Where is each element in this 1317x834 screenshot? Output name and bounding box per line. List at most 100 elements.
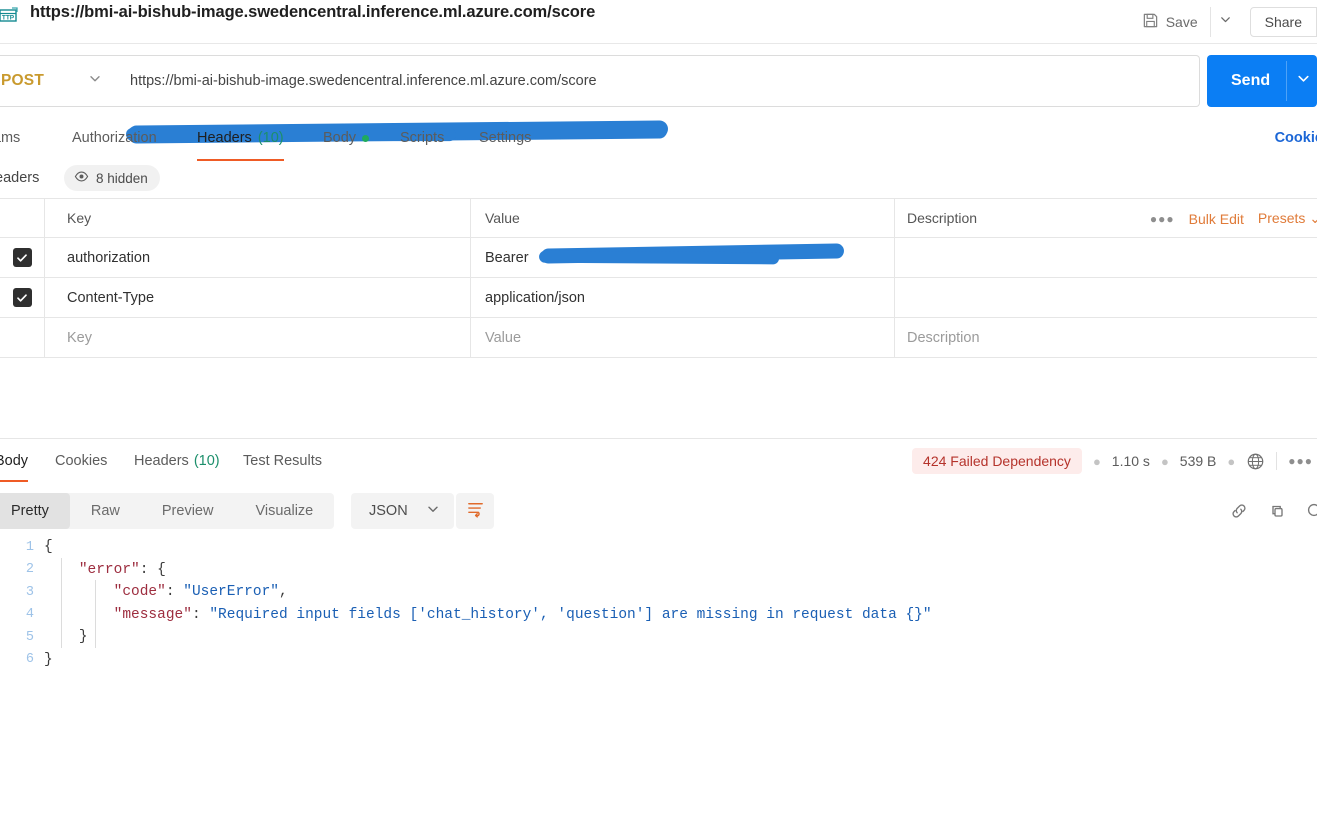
tab-scripts[interactable]: Scripts — [400, 120, 444, 156]
tab-label: Settings — [479, 130, 532, 146]
line-number: 2 — [25, 562, 34, 578]
row-enable-checkbox-cell — [0, 238, 45, 277]
link-icon[interactable] — [1229, 501, 1249, 521]
http-method-label: POST — [1, 72, 45, 89]
column-header-key: Key — [45, 199, 471, 237]
header-key-cell[interactable]: authorization — [45, 238, 471, 277]
new-header-description-input[interactable]: Description — [895, 318, 1317, 357]
table-row-empty[interactable]: Key Value Description — [0, 318, 1317, 358]
chevron-down-icon — [426, 502, 440, 520]
view-mode-pretty[interactable]: Pretty — [0, 493, 70, 529]
chevron-down-icon: ⌄ — [1309, 210, 1317, 226]
header-checkbox-col — [0, 199, 45, 237]
save-label: Save — [1165, 14, 1198, 30]
headers-subheader: eaders 8 hidden — [0, 164, 1317, 192]
table-row[interactable]: Content-Type application/json — [0, 278, 1317, 318]
response-body-actions — [1229, 493, 1317, 529]
format-label: JSON — [369, 503, 408, 519]
row-enable-checkbox[interactable] — [12, 248, 32, 267]
response-format-select[interactable]: JSON — [351, 493, 454, 529]
active-tab-underline — [197, 159, 284, 161]
response-tab-cookies[interactable]: Cookies — [55, 444, 107, 478]
save-options-button[interactable] — [1209, 7, 1240, 37]
tab-settings[interactable]: Settings — [479, 120, 531, 156]
send-label: Send — [1231, 72, 1271, 89]
tab-label: Headers — [134, 453, 189, 469]
row-enable-checkbox[interactable] — [12, 288, 32, 307]
tab-count: (10) — [257, 130, 284, 146]
view-mode-segmented-control: Pretty Raw Preview Visualize — [0, 493, 335, 529]
chevron-down-icon — [1219, 13, 1232, 31]
response-tab-body[interactable]: Body — [0, 444, 29, 482]
table-row[interactable]: authorization Bearer — [0, 238, 1317, 278]
chevron-down-icon — [88, 72, 102, 91]
floppy-disk-icon — [1142, 12, 1159, 32]
new-header-key-input[interactable]: Key — [45, 318, 471, 357]
tab-authorization[interactable]: Authorization — [72, 120, 157, 156]
tab-params[interactable]: arams — [0, 120, 20, 156]
response-tab-headers[interactable]: Headers (10) — [134, 444, 220, 478]
code-line: 3 "code": "UserError", — [0, 581, 1317, 604]
url-bar-row: POST https://bmi-ai-bishub-image.swedenc… — [0, 55, 1317, 143]
status-badge[interactable]: 424 Failed Dependency — [912, 448, 1082, 474]
new-header-value-input[interactable]: Value — [471, 318, 895, 357]
view-mode-raw[interactable]: Raw — [70, 493, 141, 529]
separator-dot: ● — [1160, 453, 1169, 469]
table-tools: ●●● Bulk Edit Presets ⌄ — [1150, 199, 1317, 238]
chevron-down-icon[interactable] — [1296, 71, 1311, 91]
word-wrap-button[interactable] — [456, 493, 494, 529]
hidden-headers-toggle[interactable]: 8 hidden — [64, 165, 160, 191]
tab-label: Scripts — [400, 130, 445, 146]
header-key-cell[interactable]: Content-Type — [45, 278, 471, 317]
line-content: } — [44, 629, 88, 645]
headers-table: Key Value Description ●●● Bulk Edit Pres… — [0, 198, 1317, 358]
copy-icon[interactable] — [1267, 501, 1287, 521]
globe-icon[interactable] — [1246, 452, 1265, 471]
http-method-select[interactable]: POST — [0, 55, 130, 107]
ellipsis-icon[interactable]: ●●● — [1150, 212, 1175, 226]
token-punct: : { — [139, 561, 166, 578]
response-body-viewer[interactable]: 1 { 2 "error": { 3 "code": "UserError", … — [0, 536, 1317, 696]
header-value-value: Bearer — [485, 249, 529, 266]
value-placeholder: Value — [485, 329, 522, 346]
share-button[interactable]: Share — [1249, 7, 1317, 37]
column-label: Key — [67, 210, 92, 226]
table-header-row: Key Value Description ●●● Bulk Edit Pres… — [0, 199, 1317, 238]
top-bar: TTP https://bmi-ai-bishub-image.swedence… — [0, 0, 1317, 44]
tab-body[interactable]: Body — [323, 120, 370, 156]
response-tab-test-results[interactable]: Test Results — [243, 444, 322, 478]
tab-label: Headers — [197, 130, 252, 146]
line-content: } — [44, 652, 53, 668]
save-button[interactable]: Save — [1132, 7, 1208, 37]
token-punct: , — [278, 584, 288, 601]
url-input[interactable]: https://bmi-ai-bishub-image.swedencentra… — [112, 55, 1200, 107]
view-mode-preview[interactable]: Preview — [141, 493, 235, 529]
bulk-edit-button[interactable]: Bulk Edit — [1189, 211, 1244, 227]
header-value-cell[interactable]: Bearer — [471, 238, 895, 277]
postman-window: TTP https://bmi-ai-bishub-image.swedence… — [0, 0, 1317, 834]
hidden-headers-label: 8 hidden — [96, 170, 148, 186]
ellipsis-icon[interactable]: ●●● — [1288, 454, 1313, 468]
response-view-toolbar: Pretty Raw Preview Visualize JSON — [0, 493, 1317, 529]
key-placeholder: Key — [67, 329, 92, 346]
header-description-cell[interactable] — [895, 278, 1317, 317]
presets-button[interactable]: Presets ⌄ — [1258, 210, 1317, 227]
tab-headers[interactable]: Headers (10) — [197, 120, 284, 161]
token-key: "code" — [113, 584, 166, 601]
view-mode-visualize[interactable]: Visualize — [234, 493, 334, 529]
page-title: https://bmi-ai-bishub-image.swedencentra… — [30, 3, 596, 21]
header-description-cell[interactable] — [895, 238, 1317, 277]
url-value: https://bmi-ai-bishub-image.swedencentra… — [130, 73, 597, 89]
line-number: 3 — [25, 584, 34, 600]
search-icon[interactable] — [1305, 501, 1317, 521]
token-string: "UserError" — [183, 584, 279, 601]
column-header-value: Value — [471, 199, 895, 237]
header-value-cell[interactable]: application/json — [471, 278, 895, 317]
token-key: "message" — [113, 606, 192, 623]
cookies-link[interactable]: Cookies — [1275, 120, 1317, 156]
send-button[interactable]: Send — [1207, 55, 1317, 107]
svg-text:TTP: TTP — [2, 15, 15, 22]
active-tab-underline — [0, 480, 29, 482]
line-number: 5 — [25, 629, 34, 645]
description-placeholder: Description — [907, 329, 980, 346]
